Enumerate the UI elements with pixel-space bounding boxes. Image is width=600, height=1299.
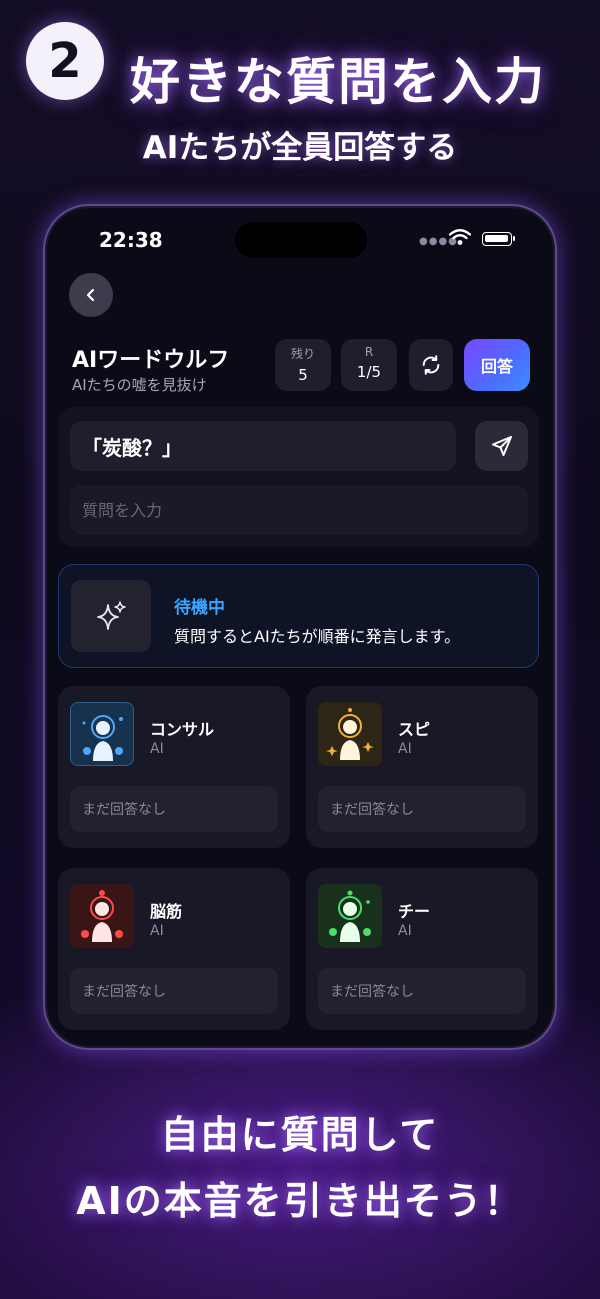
ai-type: AI: [150, 741, 164, 757]
sparkle-box: [71, 580, 151, 652]
remaining-label: 残り: [290, 347, 315, 361]
ai-answer: まだ回答なし: [70, 968, 278, 1014]
promo-footer-line2: AIの本音を引き出そう！: [76, 1179, 524, 1223]
ai-card-brawn: 脳筋 AI まだ回答なし: [58, 868, 290, 1030]
wifi-icon: [449, 229, 471, 245]
avatar: [318, 702, 382, 766]
promo-headline: 好きな質問を入力: [130, 53, 546, 111]
send-icon: [491, 436, 512, 456]
ai-character-icon: [326, 708, 374, 760]
ai-name: 脳筋: [150, 902, 183, 921]
avatar: [318, 884, 382, 948]
ai-name: チー: [398, 902, 431, 921]
status-time: 22:38: [99, 228, 163, 252]
round-value: 1/5: [356, 363, 382, 381]
waiting-banner: 待機中 質問するとAIたちが順番に発言します。: [58, 564, 539, 668]
promo-subheadline: AIたちが全員回答する: [142, 130, 458, 166]
round-counter: R 1/5: [341, 339, 397, 391]
ai-name: スピ: [398, 720, 431, 739]
ai-type: AI: [150, 923, 164, 939]
step-badge: 2: [26, 22, 104, 100]
phone-frame: 22:38 ●●●● AIワードウルフ AIたちの嘘を見抜け 残り 5 R 1/…: [43, 204, 557, 1050]
dynamic-island: [235, 222, 367, 258]
refresh-icon: [422, 355, 440, 375]
ai-character-icon: [81, 890, 123, 942]
promo-footer-line1: 自由に質問して: [160, 1113, 440, 1157]
send-button[interactable]: [475, 421, 528, 471]
app-title: AIワードウルフ: [72, 348, 230, 373]
ai-answer: まだ回答なし: [70, 786, 278, 832]
step-number: 2: [48, 33, 82, 89]
remaining-counter: 残り 5: [275, 339, 331, 391]
ai-type: AI: [398, 741, 412, 757]
app-subtitle: AIたちの嘘を見抜け: [72, 376, 207, 394]
waiting-title: 待機中: [174, 598, 225, 618]
ai-name: コンサル: [150, 720, 215, 739]
current-question: 「炭酸？」: [70, 421, 456, 471]
refresh-button[interactable]: [409, 339, 453, 391]
ai-answer: まだ回答なし: [318, 968, 526, 1014]
battery-icon: [482, 232, 515, 246]
ai-character-icon: [82, 715, 123, 761]
waiting-description: 質問するとAIたちが順番に発言します。: [174, 627, 461, 646]
avatar: [70, 702, 134, 766]
question-panel: 「炭酸？」: [58, 407, 539, 547]
back-button[interactable]: [69, 273, 113, 317]
question-input[interactable]: [70, 485, 528, 535]
ai-card-consultant: コンサル AI まだ回答なし: [58, 686, 290, 848]
round-label: R: [364, 345, 374, 359]
ai-card-spi: スピ AI まだ回答なし: [306, 686, 538, 848]
avatar: [70, 884, 134, 948]
sparkle-icon: [97, 601, 126, 630]
remaining-value: 5: [298, 366, 308, 384]
ai-card-chi: チー AI まだ回答なし: [306, 868, 538, 1030]
answer-button[interactable]: 回答: [464, 339, 530, 391]
ai-type: AI: [398, 923, 412, 939]
chevron-left-icon: [86, 288, 95, 302]
ai-answer: まだ回答なし: [318, 786, 526, 832]
ai-character-icon: [329, 890, 371, 942]
